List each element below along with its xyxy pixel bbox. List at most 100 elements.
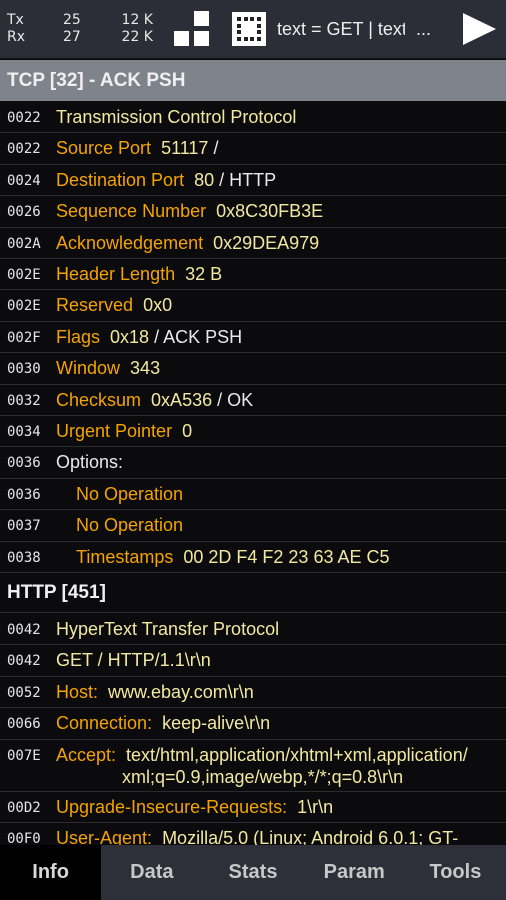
field-offset: 0026 bbox=[7, 204, 41, 221]
field-row[interactable]: 0042 HyperText Transfer Protocol bbox=[0, 614, 506, 646]
tx-bytes: 12 K bbox=[121, 12, 153, 28]
tx-label: Tx bbox=[7, 12, 24, 28]
field-offset: 0022 bbox=[7, 110, 41, 126]
field-extra: / HTTP bbox=[219, 169, 277, 190]
field-offset: 0042 bbox=[7, 653, 41, 670]
field-content: No Operation bbox=[76, 515, 193, 536]
field-offset: 002E bbox=[7, 267, 41, 283]
field-offset: 0034 bbox=[7, 424, 41, 440]
field-extra: / OK bbox=[217, 389, 254, 410]
field-content: Header Length 32 B bbox=[56, 264, 222, 285]
field-value: 0x8C30FB3E bbox=[216, 201, 324, 222]
field-content: Checksum 0xA536 / OK bbox=[56, 390, 253, 411]
more-button[interactable]: ... bbox=[416, 19, 431, 40]
field-name: No Operation bbox=[76, 483, 184, 504]
field-row[interactable]: 0030 Window 343 bbox=[0, 353, 506, 385]
field-content: No Operation bbox=[76, 484, 193, 505]
field-offset: 0042 bbox=[7, 622, 41, 638]
field-row[interactable]: 0066 Connection: keep-alive\r\n bbox=[0, 708, 506, 740]
field-content: Reserved 0x0 bbox=[56, 295, 172, 316]
field-offset: 0037 bbox=[7, 518, 41, 535]
field-value: 1\r\n bbox=[297, 796, 334, 817]
field-value: 51117 bbox=[161, 138, 209, 159]
field-name: Connection: bbox=[56, 713, 153, 734]
grid-icon[interactable] bbox=[232, 12, 266, 46]
field-content: Timestamps 00 2D F4 F2 23 63 AE C5 bbox=[76, 547, 390, 568]
field-offset: 0036 bbox=[7, 486, 41, 503]
field-value: 343 bbox=[130, 358, 161, 379]
tab-data[interactable]: Data bbox=[101, 845, 202, 900]
section-header-tcp[interactable]: TCP [32] - ACK PSH bbox=[0, 60, 506, 101]
field-extra: / ACK PSH bbox=[154, 326, 243, 347]
field-content: Accept: text/html,application/xhtml+xml,… bbox=[56, 745, 468, 766]
field-content: Destination Port 80 / HTTP bbox=[56, 170, 276, 191]
field-row[interactable]: 002F Flags 0x18 / ACK PSH bbox=[0, 322, 506, 354]
field-value: 0xA536 bbox=[151, 389, 213, 410]
field-row[interactable]: 0037 No Operation bbox=[0, 510, 506, 542]
layout-blocks-icon[interactable] bbox=[174, 11, 210, 47]
field-content: Flags 0x18 / ACK PSH bbox=[56, 327, 242, 348]
field-content: Acknowledgement 0x29DEA979 bbox=[56, 233, 319, 254]
field-content: Sequence Number 0x8C30FB3E bbox=[56, 201, 323, 222]
field-content: Upgrade-Insecure-Requests: 1\r\n bbox=[56, 797, 333, 818]
field-name: Sequence Number bbox=[56, 201, 207, 222]
field-content: HyperText Transfer Protocol bbox=[56, 619, 279, 640]
field-value: HyperText Transfer Protocol bbox=[56, 619, 280, 639]
filter-text[interactable]: text = GET | text bbox=[277, 19, 405, 40]
field-row[interactable]: 007E Accept: text/html,application/xhtml+… bbox=[0, 740, 506, 792]
field-row[interactable]: 0022 Transmission Control Protocol bbox=[0, 102, 506, 134]
section-header-http[interactable]: HTTP [451] bbox=[0, 573, 506, 613]
tab-param[interactable]: Param bbox=[304, 845, 405, 900]
field-offset: 0038 bbox=[7, 549, 41, 566]
rx-bytes: 22 K bbox=[121, 29, 153, 45]
field-row[interactable]: 0024 Destination Port 80 / HTTP bbox=[0, 165, 506, 197]
field-name: Timestamps bbox=[76, 546, 174, 567]
toolbar: Tx 25 12 K Rx 27 22 K text = GET | text ... bbox=[0, 0, 506, 59]
field-row[interactable]: 0038 Timestamps 00 2D F4 F2 23 63 AE C5 bbox=[0, 542, 506, 573]
field-row[interactable]: 0034 Urgent Pointer 0 bbox=[0, 416, 506, 448]
field-row[interactable]: 0026 Sequence Number 0x8C30FB3E bbox=[0, 196, 506, 228]
field-row[interactable]: 0032 Checksum 0xA536 / OK bbox=[0, 385, 506, 416]
field-row[interactable]: 0022 Source Port 51117 / bbox=[0, 133, 506, 165]
field-offset: 002A bbox=[7, 235, 41, 252]
field-name: Upgrade-Insecure-Requests: bbox=[56, 796, 288, 817]
field-content: Window 343 bbox=[56, 358, 160, 379]
rx-packets: 27 bbox=[63, 29, 81, 45]
field-name: Urgent Pointer bbox=[56, 421, 173, 441]
field-name: Flags bbox=[56, 326, 101, 347]
tab-info[interactable]: Info bbox=[0, 845, 102, 900]
field-offset: 0024 bbox=[7, 172, 41, 189]
field-offset: 007E bbox=[7, 747, 41, 764]
field-row[interactable]: 002A Acknowledgement 0x29DEA979 bbox=[0, 228, 506, 259]
field-row[interactable]: 0052 Host: www.ebay.com\r\n bbox=[0, 677, 506, 709]
field-value: 0x29DEA979 bbox=[213, 232, 320, 253]
field-name: Source Port bbox=[56, 138, 152, 159]
field-name: Host: bbox=[56, 681, 99, 702]
traffic-stats: Tx 25 12 K Rx 27 22 K bbox=[7, 12, 153, 46]
field-row[interactable]: 0042 GET / HTTP/1.1\r\n bbox=[0, 645, 506, 677]
field-content: Source Port 51117 / bbox=[56, 138, 218, 159]
field-name: Window bbox=[56, 358, 121, 379]
field-name: Accept: bbox=[56, 744, 117, 765]
field-row[interactable]: 00D2 Upgrade-Insecure-Requests: 1\r\n bbox=[0, 792, 506, 823]
field-offset: 002F bbox=[7, 329, 41, 346]
field-offset: 0032 bbox=[7, 392, 41, 409]
field-value: text/html,application/xhtml+xml,applicat… bbox=[126, 744, 468, 765]
field-row[interactable]: 0036 No Operation bbox=[0, 479, 506, 511]
field-content: Urgent Pointer 0 bbox=[56, 421, 192, 442]
tab-tools[interactable]: Tools bbox=[405, 845, 506, 900]
field-offset: 0030 bbox=[7, 361, 41, 378]
field-offset: 0036 bbox=[7, 455, 41, 472]
field-value: 00 2D F4 F2 23 63 AE C5 bbox=[183, 546, 390, 567]
field-value: www.ebay.com\r\n bbox=[108, 681, 254, 702]
tx-packets: 25 bbox=[63, 12, 81, 28]
tab-stats[interactable]: Stats bbox=[202, 845, 303, 900]
play-icon[interactable] bbox=[463, 13, 496, 45]
field-row[interactable]: 002E Header Length 32 B bbox=[0, 259, 506, 291]
field-value: 32 B bbox=[185, 264, 223, 284]
field-row[interactable]: 002E Reserved 0x0 bbox=[0, 290, 506, 322]
field-value: GET / HTTP/1.1\r\n bbox=[56, 650, 211, 671]
field-value: 0x0 bbox=[143, 295, 173, 316]
field-offset: 002E bbox=[7, 298, 41, 315]
field-row[interactable]: 0036 Options: bbox=[0, 447, 506, 479]
